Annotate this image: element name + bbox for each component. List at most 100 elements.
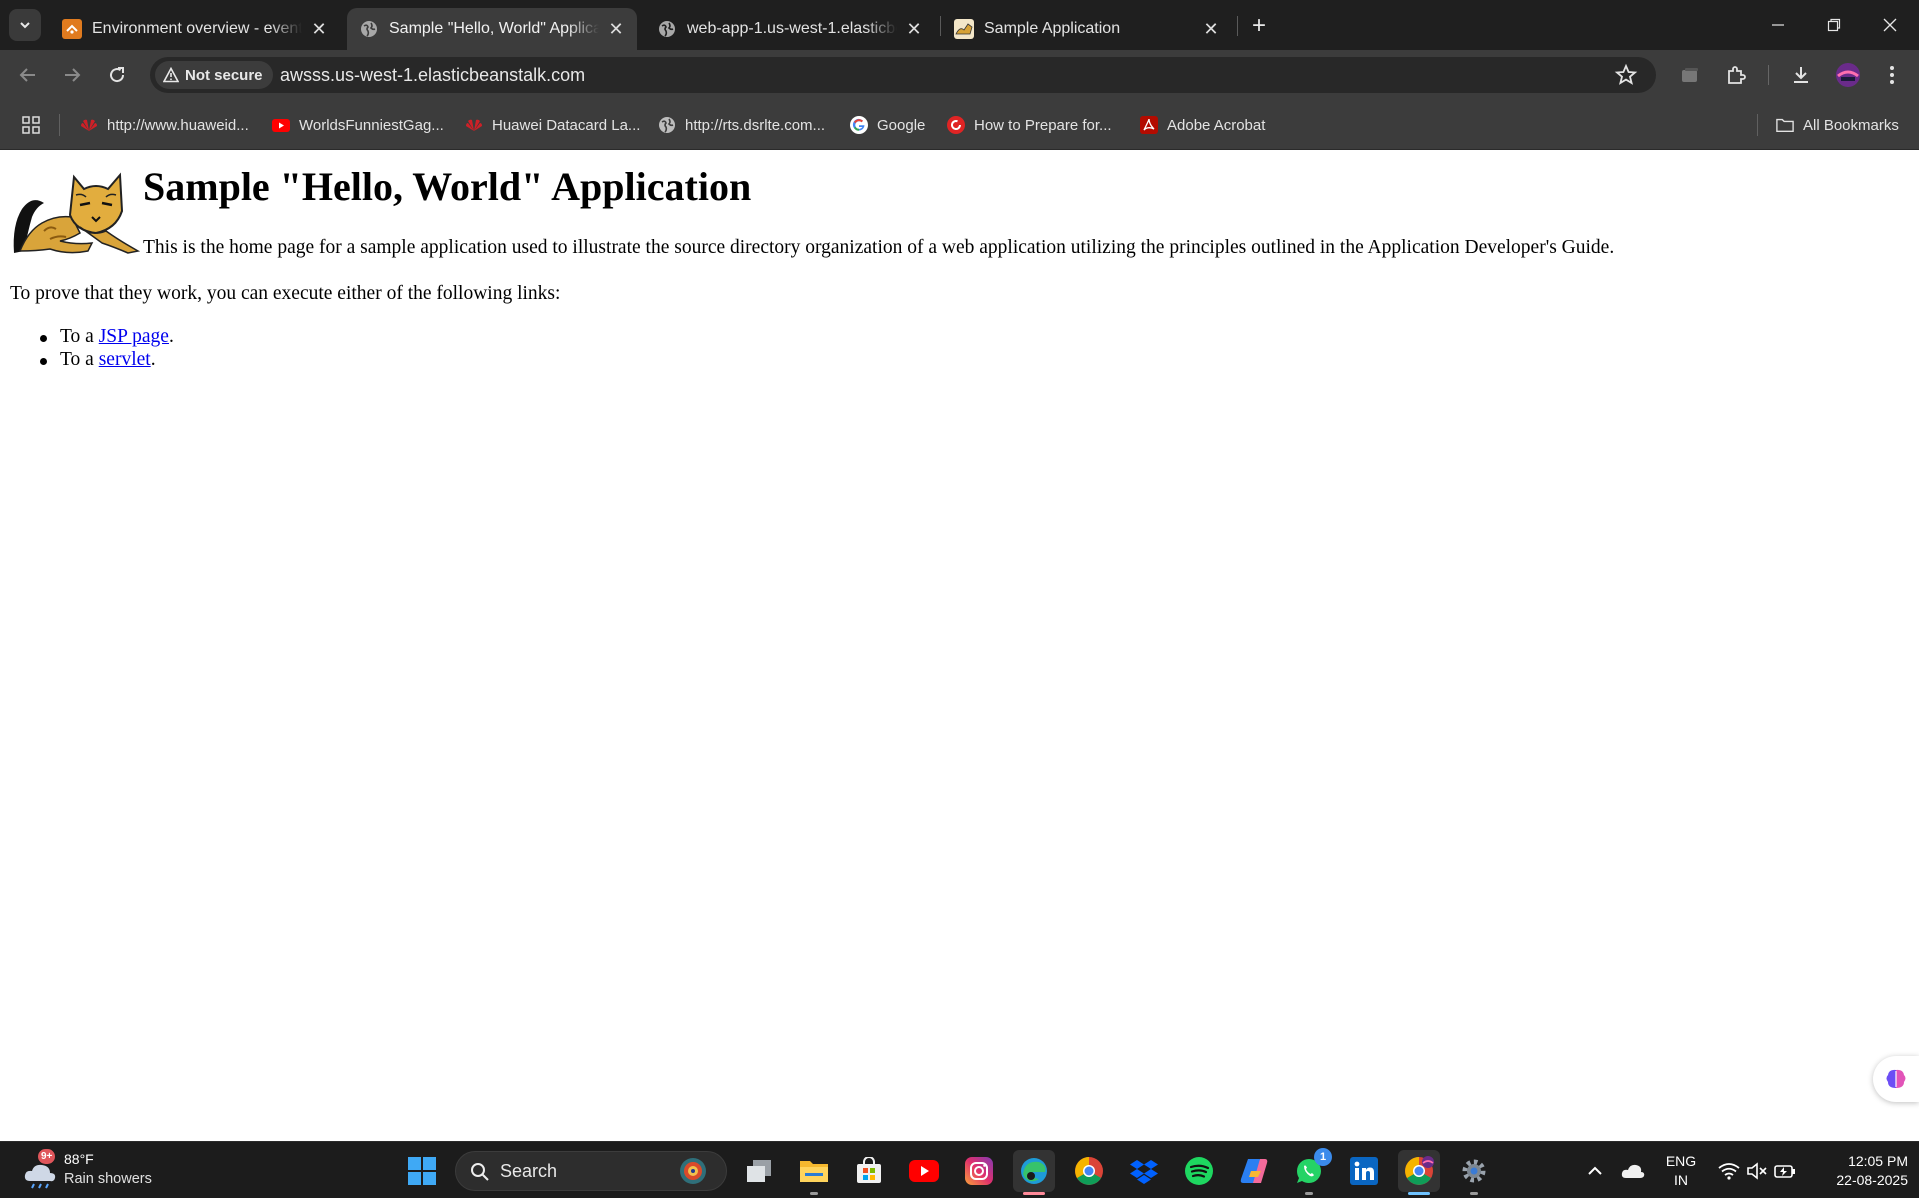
tab-separator: [1237, 16, 1238, 36]
volume-button[interactable]: [1743, 1142, 1771, 1198]
language-indicator[interactable]: ENG IN: [1660, 1152, 1702, 1190]
bookmarks-bar: http://www.huaweid... WorldsFunniestGag.…: [0, 100, 1919, 150]
bookmark-huaweid[interactable]: http://www.huaweid...: [80, 113, 249, 137]
weather-badge: 9+: [38, 1149, 56, 1164]
close-window-button[interactable]: [1862, 0, 1918, 50]
edge-button[interactable]: [1013, 1150, 1055, 1195]
close-icon[interactable]: ✕: [308, 18, 330, 40]
spotify-button[interactable]: [1178, 1150, 1220, 1192]
tab-hello-world[interactable]: Sample "Hello, World" Application ✕: [347, 8, 637, 50]
all-bookmarks-button[interactable]: All Bookmarks: [1776, 113, 1899, 137]
minimize-button[interactable]: [1750, 0, 1806, 50]
tab-title: Sample "Hello, World" Application: [389, 20, 599, 37]
profile-button[interactable]: [1832, 59, 1864, 91]
minimize-icon: [1772, 24, 1784, 26]
whatsapp-badge: 1: [1314, 1148, 1332, 1166]
url-text[interactable]: awsss.us-west-1.elasticbeanstalk.com: [280, 57, 585, 93]
battery-button[interactable]: [1771, 1142, 1799, 1198]
extension-floating-button[interactable]: [1873, 1056, 1919, 1102]
weather-condition: Rain showers: [64, 1171, 152, 1187]
prove-paragraph: To prove that they work, you can execute…: [10, 283, 561, 304]
bookmark-label: http://rts.dsrlte.com...: [685, 116, 826, 134]
copilot-button[interactable]: [1233, 1150, 1275, 1192]
folder-icon: [1776, 116, 1794, 134]
tab-web-app-1[interactable]: web-app-1.us-west-1.elasticbeanstalk.com…: [645, 8, 935, 50]
servlet-link[interactable]: servlet: [99, 349, 151, 370]
globe-icon: [658, 116, 676, 134]
apps-button[interactable]: [22, 113, 40, 137]
taskbar-search[interactable]: Search: [455, 1151, 727, 1191]
chrome-button[interactable]: [1068, 1150, 1110, 1192]
running-indicator: [1408, 1192, 1430, 1195]
huawei-icon: [80, 116, 98, 134]
bookmark-google[interactable]: Google: [850, 113, 925, 137]
refresh-red-icon: [947, 116, 965, 134]
bookmark-adobe-acrobat[interactable]: Adobe Acrobat: [1140, 113, 1265, 137]
arrow-left-icon: [19, 68, 35, 82]
clock-date: 22-08-2025: [1836, 1172, 1908, 1188]
arrow-right-icon: [65, 68, 81, 82]
huawei-icon: [465, 116, 483, 134]
close-icon[interactable]: ✕: [605, 18, 627, 40]
new-tab-button[interactable]: +: [1245, 12, 1273, 40]
start-button[interactable]: [401, 1150, 443, 1192]
security-label: Not secure: [185, 66, 263, 84]
jsp-page-link[interactable]: JSP page: [99, 326, 169, 347]
forward-button[interactable]: [56, 59, 88, 91]
onedrive-button[interactable]: [1617, 1142, 1649, 1198]
running-indicator: [1023, 1192, 1045, 1195]
bookmark-label: WorldsFunniestGag...: [299, 116, 444, 134]
youtube-button[interactable]: [903, 1150, 945, 1192]
bookmark-how-to-prepare[interactable]: How to Prepare for...: [947, 113, 1112, 137]
extensions-button[interactable]: [1720, 59, 1752, 91]
windows-taskbar: 9+ 88°F Rain showers Search 1 ENG IN 12:…: [0, 1141, 1919, 1198]
chevron-up-icon: [1588, 1166, 1602, 1175]
more-vert-icon: [1890, 66, 1894, 84]
tab-sample-application[interactable]: Sample Application ✕: [942, 8, 1232, 50]
security-chip[interactable]: Not secure: [155, 61, 273, 89]
wifi-icon: [1718, 1162, 1740, 1180]
search-icon: [471, 1163, 489, 1181]
intro-paragraph: This is the home page for a sample appli…: [143, 237, 1615, 258]
menu-button[interactable]: [1876, 59, 1908, 91]
bookmark-rts-dsrlte[interactable]: http://rts.dsrlte.com...: [658, 113, 825, 137]
tab-environment-overview[interactable]: Environment overview - events ✕: [50, 8, 340, 50]
bookmarks-separator: [1757, 114, 1758, 136]
settings-button[interactable]: [1453, 1150, 1495, 1195]
show-hidden-icons-button[interactable]: [1580, 1142, 1610, 1198]
bookmark-huawei-datacard[interactable]: Huawei Datacard La...: [465, 113, 640, 137]
brain-icon: [1886, 1069, 1906, 1088]
star-icon[interactable]: [1614, 63, 1638, 87]
chrome-active-button[interactable]: [1398, 1150, 1440, 1195]
wifi-button[interactable]: [1715, 1142, 1743, 1198]
dropbox-button[interactable]: [1123, 1150, 1165, 1192]
weather-widget[interactable]: 9+ 88°F Rain showers: [22, 1149, 172, 1193]
instagram-button[interactable]: [958, 1150, 1000, 1192]
task-view-icon: [747, 1160, 771, 1182]
list-item: To a servlet.: [10, 349, 174, 372]
tomcat-icon: [954, 19, 974, 39]
linkedin-icon: [1350, 1157, 1378, 1185]
file-explorer-button[interactable]: [793, 1150, 835, 1195]
battery-charging-icon: [1774, 1164, 1795, 1178]
restore-button[interactable]: [1806, 0, 1862, 50]
aws-orange-icon: [62, 19, 82, 39]
tab-search-button[interactable]: [9, 9, 41, 41]
whatsapp-button[interactable]: 1: [1288, 1148, 1332, 1195]
bookmark-label: http://www.huaweid...: [107, 116, 249, 134]
tab-groups-button[interactable]: [1674, 59, 1706, 91]
linkedin-button[interactable]: [1343, 1150, 1385, 1192]
microsoft-store-button[interactable]: [848, 1150, 890, 1192]
back-button[interactable]: [12, 59, 44, 91]
downloads-button[interactable]: [1785, 59, 1817, 91]
task-view-button[interactable]: [738, 1150, 780, 1192]
close-icon[interactable]: ✕: [903, 18, 925, 40]
address-bar[interactable]: Not secure awsss.us-west-1.elasticbeanst…: [150, 57, 1656, 93]
close-icon[interactable]: ✕: [1200, 18, 1222, 40]
bookmark-worldsfunniestgag[interactable]: WorldsFunniestGag...: [272, 113, 444, 137]
store-icon: [857, 1157, 881, 1183]
globe-icon: [359, 19, 379, 39]
page-content: Sample "Hello, World" Application This i…: [0, 151, 1919, 1141]
reload-button[interactable]: [101, 59, 133, 91]
system-clock[interactable]: 12:05 PM 22-08-2025: [1808, 1152, 1908, 1190]
